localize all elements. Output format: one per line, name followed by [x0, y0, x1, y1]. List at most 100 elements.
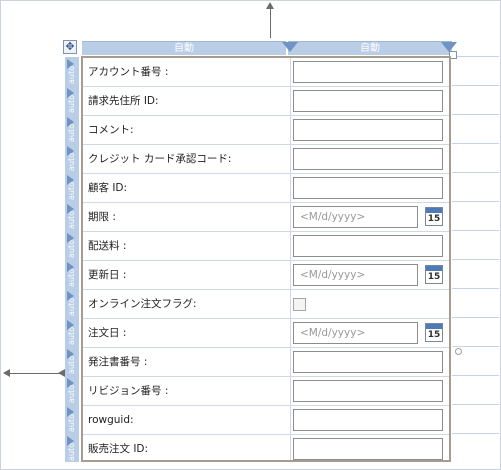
row-header-8[interactable]: auto	[65, 260, 79, 289]
field-label: 配送料 :	[88, 240, 127, 252]
date-placeholder: <M/d/yyyy>	[300, 327, 366, 339]
form-row: 顧客 ID:	[83, 174, 449, 203]
vertical-resize-line[interactable]	[270, 6, 271, 38]
form-row: 更新日 : <M/d/yyyy> 15	[83, 261, 449, 290]
form-row: アカウント番号 :	[83, 58, 449, 87]
field-label: 請求先住所 ID:	[88, 95, 159, 107]
form-row: オンライン注文フラグ:	[83, 290, 449, 319]
row-header-13[interactable]: auto	[65, 405, 79, 434]
field-label: 顧客 ID:	[88, 182, 128, 194]
row-header-marker: auto	[67, 413, 76, 432]
column-header-2[interactable]: 自動	[288, 41, 452, 55]
text-input[interactable]	[293, 148, 443, 170]
calendar-icon[interactable]: 15	[425, 207, 443, 226]
calendar-day: 15	[427, 330, 441, 340]
calendar-icon[interactable]: 15	[425, 323, 443, 342]
text-input[interactable]	[293, 177, 443, 199]
row-header-marker: auto	[67, 384, 76, 403]
resize-left-arrow-tip-icon	[58, 369, 65, 377]
field-label: リビジョン番号 :	[88, 385, 169, 397]
row-header-6[interactable]: auto	[65, 202, 79, 231]
date-placeholder: <M/d/yyyy>	[300, 269, 366, 281]
calendar-icon[interactable]: 15	[425, 265, 443, 284]
row-header-marker: auto	[67, 210, 76, 229]
move-cross-icon[interactable]: ✥	[63, 40, 77, 54]
row-header-strip: auto auto auto auto auto auto auto auto auto auto…	[65, 57, 79, 462]
field-label: 発注書番号 :	[88, 356, 148, 368]
grid-line	[452, 404, 499, 405]
form-row: クレジット カード承認コード:	[83, 145, 449, 174]
text-input[interactable]	[293, 90, 443, 112]
row-header-marker: auto	[67, 297, 76, 316]
online-order-checkbox[interactable]	[293, 298, 306, 311]
form-row: 注文日 : <M/d/yyyy> 15	[83, 319, 449, 348]
field-label: コメント:	[88, 124, 134, 136]
row-header-1[interactable]: auto	[65, 57, 79, 86]
grid-line	[452, 56, 499, 57]
date-input[interactable]: <M/d/yyyy>	[293, 206, 418, 228]
row-header-marker: auto	[67, 123, 76, 142]
grid-line	[452, 114, 499, 115]
grid-line	[452, 317, 499, 318]
row-header-marker: auto	[67, 239, 76, 258]
row-header-11[interactable]: auto	[65, 347, 79, 376]
text-input[interactable]	[293, 235, 443, 257]
column-dropdown-icon[interactable]	[282, 42, 298, 52]
field-label: 販売注文 ID:	[88, 443, 149, 455]
horizontal-resize-line[interactable]	[8, 373, 64, 374]
form-row: 請求先住所 ID:	[83, 87, 449, 116]
text-input[interactable]	[293, 61, 443, 83]
row-header-3[interactable]: auto	[65, 115, 79, 144]
row-header-marker: auto	[67, 65, 76, 84]
grid-line	[452, 259, 499, 260]
field-label: アカウント番号 :	[88, 66, 169, 78]
row-header-10[interactable]: auto	[65, 318, 79, 347]
field-label: 期限 :	[88, 211, 116, 223]
text-input[interactable]	[293, 119, 443, 141]
row-header-14[interactable]: auto	[65, 434, 79, 462]
text-input[interactable]	[293, 380, 443, 402]
grid-line	[452, 172, 499, 173]
anchor-handle[interactable]	[455, 348, 462, 355]
text-input[interactable]	[293, 351, 443, 373]
grid-line	[452, 346, 499, 347]
form-row: リビジョン番号 :	[83, 377, 449, 406]
date-input[interactable]: <M/d/yyyy>	[293, 322, 418, 344]
row-header-marker: auto	[67, 152, 76, 171]
row-header-marker: auto	[67, 326, 76, 345]
form-table: アカウント番号 : 請求先住所 ID: コメント: クレジット カード承認コード: 顧客…	[81, 56, 451, 462]
text-input[interactable]	[293, 438, 443, 460]
grid-line	[452, 201, 499, 202]
field-label: オンライン注文フラグ:	[88, 298, 197, 310]
grid-line	[452, 143, 499, 144]
field-label: クレジット カード承認コード:	[88, 153, 232, 165]
row-header-marker: auto	[67, 355, 76, 374]
form-row: rowguid:	[83, 406, 449, 435]
field-label: rowguid:	[88, 414, 134, 426]
form-row: 発注書番号 :	[83, 348, 449, 377]
form-row: 期限 : <M/d/yyyy> 15	[83, 203, 449, 232]
calendar-day: 15	[427, 272, 441, 282]
calendar-day: 15	[427, 214, 441, 224]
grid-line	[452, 85, 499, 86]
grid-line	[452, 433, 499, 434]
row-header-marker: auto	[67, 94, 76, 113]
column-header-1[interactable]: 自動	[82, 41, 286, 55]
grid-line	[452, 230, 499, 231]
row-header-2[interactable]: auto	[65, 86, 79, 115]
row-header-12[interactable]: auto	[65, 376, 79, 405]
row-header-5[interactable]: auto	[65, 173, 79, 202]
row-header-4[interactable]: auto	[65, 144, 79, 173]
row-header-7[interactable]: auto	[65, 231, 79, 260]
form-row: コメント:	[83, 116, 449, 145]
field-label: 更新日 :	[88, 269, 127, 281]
field-label: 注文日 :	[88, 327, 127, 339]
row-header-marker: auto	[67, 268, 76, 287]
grid-line	[452, 375, 499, 376]
row-header-marker: auto	[67, 181, 76, 200]
row-header-9[interactable]: auto	[65, 289, 79, 318]
grid-line	[452, 288, 499, 289]
text-input[interactable]	[293, 409, 443, 431]
date-input[interactable]: <M/d/yyyy>	[293, 264, 418, 286]
form-row: 配送料 :	[83, 232, 449, 261]
